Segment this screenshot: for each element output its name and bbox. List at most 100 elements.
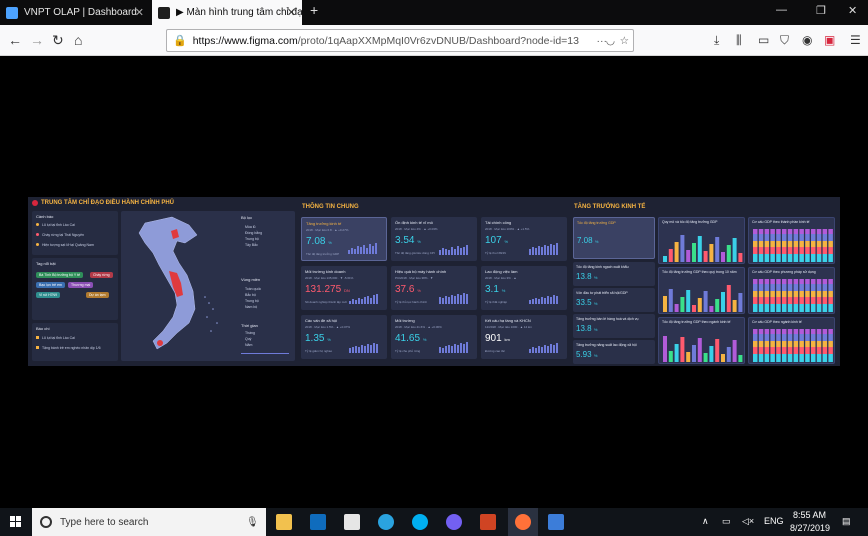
volume-icon[interactable]: ◁×: [742, 516, 754, 527]
notification-icon[interactable]: ▤: [842, 516, 851, 527]
news-item[interactable]: Lũ lụt tại tỉnh Lào Cai: [42, 336, 75, 340]
time-option[interactable]: Tháng: [245, 331, 255, 335]
growth-chart-panel[interactable]: Cơ cấu GDP theo thành phần kinh tế: [748, 217, 835, 264]
kpi-card[interactable]: Tài chính công 2018 · Mục tiêu 100% · ▲ +…: [481, 217, 567, 261]
kpi-card[interactable]: Môi trường 2018 · Mục tiêu 41.6% · ▲ +0.0…: [391, 315, 477, 359]
url-bar[interactable]: 🔒 https://www.figma.com /proto/1qAapXXMp…: [166, 29, 634, 52]
growth-chart-panel[interactable]: Tốc độ tăng trưởng GDP theo ngành kinh t…: [658, 317, 745, 364]
firefox-icon[interactable]: [515, 514, 531, 530]
library-icon[interactable]: ⫼: [736, 33, 742, 48]
area-option[interactable]: Nam bộ: [245, 305, 257, 309]
tab-vnpt-olap[interactable]: VNPT OLAP | Dashboard ✕: [0, 0, 150, 25]
map-highlight-region[interactable]: [157, 340, 163, 346]
skype-icon[interactable]: [412, 514, 428, 530]
growth-mini-card[interactable]: Vốn đầu tư phát triển xã hội/GDP 33.5 %: [573, 288, 655, 312]
filter-option[interactable]: Trung bộ: [245, 237, 259, 241]
growth-chart-panel[interactable]: Tốc độ tăng trưởng GDP theo quý trong 10…: [658, 267, 745, 314]
telegram-icon[interactable]: [378, 514, 394, 530]
spark-bar: [457, 345, 459, 353]
sidebar-icon[interactable]: ▭: [758, 33, 769, 47]
growth-chart-panel[interactable]: Quy mô và tốc độ tăng trưởng GDP: [658, 217, 745, 264]
tray-chevron-icon[interactable]: ∧: [702, 516, 709, 527]
island-dot: [216, 322, 218, 324]
tag-chip[interactable]: Vi rút H7N9: [36, 292, 61, 298]
kpi-card[interactable]: Lao động việc làm 2018 · Mục tiêu 3% · ▲ 3…: [481, 266, 567, 310]
file-explorer-icon[interactable]: [276, 514, 292, 530]
kpi-subtitle: 2018 · Mục tiêu 41.6% · ▲ +0.06%: [395, 325, 442, 329]
spark-bar: [357, 246, 359, 254]
growth-mini-card[interactable]: Tăng trưởng bán lẻ hàng hoá và dịch vụ 13…: [573, 314, 655, 338]
clock-time[interactable]: 8:55 AM: [793, 510, 826, 520]
pocket-icon[interactable]: ◡: [606, 35, 615, 47]
download-icon[interactable]: ⤓: [714, 33, 719, 48]
home-icon[interactable]: ⌂: [74, 32, 82, 48]
network-icon[interactable]: ▭: [722, 516, 731, 527]
area-option[interactable]: Toàn quốc: [245, 287, 261, 291]
area-option[interactable]: Bắc bộ: [245, 293, 256, 297]
time-option[interactable]: Năm: [245, 343, 252, 347]
growth-mini-card[interactable]: Tốc độ tăng kinh ngạch xuất khẩu 13.8 %: [573, 262, 655, 286]
kpi-card[interactable]: Kết cấu hạ tầng và KHCN 12/2018 · Mục tiê…: [481, 315, 567, 359]
tag-chip[interactable]: Cháy rừng: [90, 272, 113, 278]
bookmark-star-icon[interactable]: ☆: [620, 35, 629, 47]
window-close-icon[interactable]: ✕: [848, 4, 857, 17]
language-indicator[interactable]: ENG: [764, 516, 784, 526]
clock-date[interactable]: 8/27/2019: [790, 523, 830, 533]
taskbar-search-box[interactable]: Type here to search 🎙: [32, 508, 266, 536]
windows-start-icon[interactable]: [10, 516, 22, 528]
kpi-card[interactable]: Các vấn đề xã hội 2018 · Mục tiêu 1.5% · …: [301, 315, 387, 359]
viber-icon[interactable]: [446, 514, 462, 530]
new-tab-button[interactable]: +: [310, 2, 318, 18]
chart-bar: [732, 340, 737, 362]
tag-chip[interactable]: Thương mại: [68, 282, 94, 288]
microphone-icon[interactable]: 🎙: [246, 517, 259, 528]
chart-bar: [822, 341, 828, 347]
powerpoint-icon[interactable]: [480, 514, 496, 530]
tag-chip[interactable]: Bà Tình Bộ trưởng bộ Y tế: [36, 272, 84, 278]
reload-icon[interactable]: ↻: [52, 32, 64, 48]
alert-item[interactable]: Lũ lụt tại tỉnh Lào Cai: [42, 223, 75, 227]
alert-item[interactable]: Cháy rừng tại Thái Nguyên: [42, 233, 84, 237]
kpi-value: 3.1 %: [485, 284, 506, 295]
growth-chart-panel[interactable]: Cơ cấu GDP theo ngành kinh tế: [748, 317, 835, 364]
chart-bar: [787, 347, 793, 354]
account-icon[interactable]: ◉: [802, 33, 812, 47]
kpi-card[interactable]: Môi trường kinh doanh 2018 · Mục tiêu 135…: [301, 266, 387, 310]
growth-mini-card[interactable]: Tốc độ tăng trưởng GDP 7.08 %: [573, 217, 655, 259]
filter-option[interactable]: Mùa lũ: [245, 225, 256, 229]
back-arrow-icon[interactable]: ←: [8, 32, 22, 48]
news-item[interactable]: Tặng bánh trẻ em nghèo nhân dịp 1/6: [42, 346, 101, 350]
kpi-card[interactable]: Hiệu quả bộ máy hành chính PCI2018 · Mục …: [391, 266, 477, 310]
tag-chip[interactable]: Dự án tạm: [86, 292, 109, 298]
growth-chart-panel[interactable]: Cơ cấu GDP theo phương pháp sử dụng: [748, 267, 835, 314]
forward-arrow-icon[interactable]: →: [30, 32, 44, 48]
alert-item[interactable]: Hiện tượng sạt lở tại Quảng Nam: [42, 243, 94, 247]
vietnam-map[interactable]: [127, 213, 247, 359]
outlook-icon[interactable]: [310, 514, 326, 530]
tag-chip[interactable]: Bạo lực trẻ em: [36, 282, 65, 288]
area-option[interactable]: Trung bộ: [245, 299, 259, 303]
kpi-card[interactable]: Ổn định kinh tế vĩ mô 2018 · Mục tiêu 4% …: [391, 217, 477, 261]
kpi-card[interactable]: Tăng trưởng kinh tế 2018 · Mục tiêu 6.8 ·…: [301, 217, 387, 261]
network-app-icon[interactable]: [548, 514, 564, 530]
extension-icon[interactable]: ⛉: [780, 33, 789, 48]
chart-bar: [811, 247, 816, 254]
extension-red-icon[interactable]: ▣: [824, 33, 835, 47]
close-icon[interactable]: ✕: [287, 6, 296, 19]
kpi-title: Môi trường: [395, 318, 415, 323]
growth-mini-card[interactable]: Tăng trưởng năng suất lao động xã hội 5.9…: [573, 340, 655, 364]
tab-figma-dashboard[interactable]: ▶ Màn hình trung tâm chỉ đạo ✕: [152, 0, 302, 25]
island-dot: [212, 308, 214, 310]
menu-icon[interactable]: ☰: [850, 33, 861, 47]
filter-option[interactable]: Đồng bằng: [245, 231, 262, 235]
close-icon[interactable]: ✕: [135, 6, 144, 19]
time-slider[interactable]: [241, 353, 289, 354]
time-option[interactable]: Quý: [245, 337, 251, 341]
growth-chart-title: Tốc độ tăng trưởng GDP theo quý trong 10…: [662, 270, 737, 274]
minimize-icon[interactable]: —: [776, 4, 787, 16]
maximize-icon[interactable]: ❐: [816, 4, 826, 17]
chart-bar: [764, 284, 770, 291]
chart-bar: [793, 341, 799, 347]
app-store-icon[interactable]: [344, 514, 360, 530]
filter-option[interactable]: Tây Bắc: [245, 243, 258, 247]
